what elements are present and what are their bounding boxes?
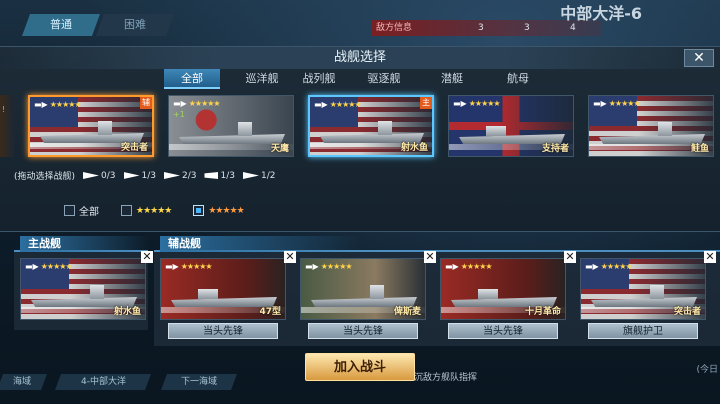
rank-stars: ▬▶ ★★★★★ <box>165 262 213 271</box>
ship-name: 十月革命 <box>524 307 561 317</box>
main-badge: 主 <box>420 97 432 109</box>
ship-card[interactable]: ▬▶ ★★★★★ 鲑鱼 <box>588 95 714 157</box>
checkbox[interactable] <box>64 205 75 216</box>
ship-name: 射水鱼 <box>113 307 141 317</box>
support-ship-card[interactable]: ▬▶ ★★★★★ 47型 <box>160 258 286 320</box>
nav-current-area[interactable]: 4-中部大洋 <box>55 374 151 390</box>
rank-stars: ▬▶ ★★★★★ <box>34 100 82 109</box>
tab-normal[interactable]: 普通 <box>21 14 101 36</box>
dialog-title: 战舰选择 <box>0 47 720 69</box>
battleship-class-icon <box>204 172 219 179</box>
ship-name: 天鹰 <box>270 144 289 154</box>
tab-hard[interactable]: 困难 <box>95 14 175 36</box>
remove-icon[interactable]: ✕ <box>704 251 716 263</box>
category-tabs: 全部 巡洋舰 战列舰 驱逐舰 潜艇 航母 <box>0 69 720 89</box>
tab-carrier[interactable]: 航母 <box>490 69 546 89</box>
ship-select-dialog: 战舰选择 ✕ 全部 巡洋舰 战列舰 驱逐舰 潜艇 航母 ! ▬▶ ★★★★★ 辅 … <box>0 46 720 232</box>
mission-text: 沉敌方舰队指挥 <box>414 373 478 383</box>
ship-card[interactable]: ▬▶ ★★★★★ +1 天鹰 <box>168 95 294 157</box>
ship-list: ! ▬▶ ★★★★★ 辅 突击者 ▬▶ ★★★★★ +1 天鹰 ▬▶ ★★★★★ 主 … <box>0 95 720 161</box>
destroyer-class-icon <box>123 172 140 179</box>
filter-orange-stars[interactable]: ★★★★★ <box>193 205 245 216</box>
checkbox-checked[interactable] <box>193 205 205 216</box>
rank-stars: ▬▶ ★★★★★ <box>25 262 73 271</box>
ship-card[interactable]: ▬▶ ★★★★★ 主 射水鱼 <box>308 95 434 157</box>
join-battle-button[interactable]: 加入战斗 <box>305 353 415 381</box>
tab-destroyer[interactable]: 驱逐舰 <box>356 69 412 89</box>
remove-icon[interactable]: ✕ <box>424 251 436 263</box>
ship-name: 鲑鱼 <box>690 144 709 154</box>
ship-name: 俾斯麦 <box>393 307 421 317</box>
ship-name: 射水鱼 <box>400 143 428 153</box>
role-button[interactable]: 当头先锋 <box>168 323 278 339</box>
cruiser-class-icon <box>164 172 180 179</box>
rank-stars: ▬▶ ★★★★★ <box>585 262 633 271</box>
rank-stars: ▬▶ ★★★★★ <box>173 99 221 108</box>
rank-stars: ▬▶ ★★★★★ <box>314 100 362 109</box>
role-button[interactable]: 当头先锋 <box>448 323 558 339</box>
support-badge: 辅 <box>140 97 152 109</box>
today-label: (今日 <box>696 365 718 375</box>
remove-icon[interactable]: ✕ <box>284 251 296 263</box>
enemy-info-label: 敌方信息 <box>376 23 413 33</box>
rank-stars: ▬▶ ★★★★★ <box>305 262 353 271</box>
support-ship-card[interactable]: ▬▶ ★★★★★ 十月革命 <box>440 258 566 320</box>
submarine-class-icon <box>83 172 100 179</box>
rank-stars: ▬▶ ★★★★★ <box>593 99 641 108</box>
tab-submarine[interactable]: 潜艇 <box>424 69 480 89</box>
class-counts: (拖动选择战舰) 0/3 1/3 2/3 1/3 1/2 <box>14 170 276 183</box>
rank-stars: ▬▶ ★★★★★ <box>453 99 501 108</box>
rank-stars: ▬▶ ★★★★★ <box>445 262 493 271</box>
nav-prev-area[interactable]: 海域 <box>0 374 47 390</box>
rarity-filters: 全部 ★★★★★ ★★★★★ <box>64 203 245 218</box>
ship-name: 支持者 <box>541 144 569 154</box>
close-button[interactable]: ✕ <box>684 49 714 67</box>
ship-card[interactable]: ▬▶ ★★★★★ 辅 突击者 <box>28 95 154 157</box>
fleet-panel: 主战舰 辅战舰 ▬▶ ★★★★★ 射水鱼 ✕ ▬▶ ★★★★★ 47型 ✕ 当头先锋… <box>0 236 720 346</box>
ship-name: 突击者 <box>120 143 148 153</box>
remove-icon[interactable]: ✕ <box>141 251 153 263</box>
support-ship-card[interactable]: ▬▶ ★★★★★ 俾斯麦 <box>300 258 426 320</box>
enemy-count: 4 <box>570 23 576 33</box>
support-ship-card[interactable]: ▬▶ ★★★★★ 突击者 <box>580 258 706 320</box>
nav-next-area[interactable]: 下一海域 <box>161 374 237 390</box>
main-ship-card[interactable]: ▬▶ ★★★★★ 射水鱼 <box>20 258 146 320</box>
remove-icon[interactable]: ✕ <box>564 251 576 263</box>
filter-all[interactable]: 全部 <box>64 203 99 218</box>
role-button[interactable]: 旗舰护卫 <box>588 323 698 339</box>
ship-name: 突击者 <box>673 307 701 317</box>
difficulty-tabs: 普通 困难 <box>21 14 175 36</box>
level-tag: +1 <box>173 110 185 119</box>
role-button[interactable]: 当头先锋 <box>308 323 418 339</box>
tab-all[interactable]: 全部 <box>164 69 220 89</box>
drag-hint: (拖动选择战舰) <box>14 172 76 182</box>
enemy-count: 3 <box>524 23 530 33</box>
main-ship-label: 主战舰 <box>20 236 150 252</box>
enemy-info-bar[interactable]: 敌方信息 3 3 4 <box>372 20 602 36</box>
tab-battleship[interactable]: 战列舰 <box>290 69 348 89</box>
ship-card[interactable]: ▬▶ ★★★★★ 支持者 <box>448 95 574 157</box>
checkbox[interactable] <box>121 205 132 216</box>
filter-white-stars[interactable]: ★★★★★ <box>121 205 172 216</box>
bottom-nav: 海域 4-中部大洋 下一海域 <box>0 374 237 390</box>
carrier-class-icon <box>242 172 259 179</box>
ship-name: 47型 <box>259 307 281 317</box>
enemy-count: 3 <box>478 23 484 33</box>
support-ship-label: 辅战舰 <box>160 236 360 252</box>
tab-cruiser[interactable]: 巡洋舰 <box>234 69 290 89</box>
scroll-left-indicator[interactable]: ! <box>0 95 14 157</box>
